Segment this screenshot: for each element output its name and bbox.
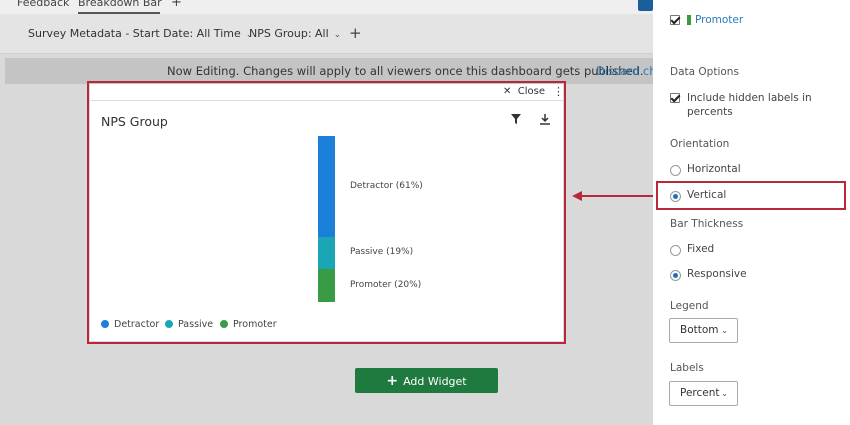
legend-dropdown[interactable]: Bottom ⌄ (669, 318, 738, 343)
thickness-responsive-label[interactable]: Responsive (687, 268, 747, 280)
filter-start-date-label: Survey Metadata - Start Date: All Time (28, 27, 241, 40)
close-button-label: Close (517, 86, 545, 97)
include-hidden-labels-label-line1: Include hidden labels in (687, 92, 812, 104)
arrow-line (582, 195, 656, 197)
promoter-color-swatch (687, 15, 691, 25)
legend-item-promoter: Promoter (220, 319, 277, 330)
legend-label-detractor: Detractor (114, 319, 160, 330)
include-hidden-labels-label-line2: percents (687, 106, 733, 118)
legend-item-passive: Passive (165, 319, 213, 330)
arrow-head (572, 191, 582, 201)
tab-feedback[interactable]: Feedback (17, 0, 69, 9)
labels-dropdown-value: Percent (680, 387, 720, 399)
add-filter-icon[interactable]: + (349, 24, 362, 42)
legend-label-promoter: Promoter (233, 319, 277, 330)
labels-heading: Labels (670, 362, 704, 374)
thickness-fixed-radio[interactable] (670, 245, 681, 256)
thickness-responsive-radio[interactable] (670, 270, 681, 281)
vertical-option-highlight-outline (656, 181, 846, 210)
filter-start-date[interactable]: Survey Metadata - Start Date: All Time ⌄ (28, 27, 253, 40)
editing-notice-text: Now Editing. Changes will apply to all v… (167, 64, 644, 78)
more-options-icon[interactable]: ⋮ (553, 85, 564, 98)
widget-title: NPS Group (101, 114, 168, 129)
plus-icon: + (386, 372, 399, 389)
widget-toolbar: ✕ Close ⋮ (90, 84, 564, 101)
filter-icon[interactable] (511, 114, 521, 124)
orientation-heading: Orientation (670, 138, 730, 150)
thickness-fixed-label[interactable]: Fixed (687, 243, 714, 255)
legend-heading: Legend (670, 300, 709, 312)
promoter-series-label[interactable]: Promoter (695, 14, 743, 26)
top-badge (638, 0, 653, 11)
add-widget-button[interactable]: + Add Widget (355, 368, 498, 393)
bar-segment-promoter[interactable] (318, 269, 335, 302)
bar-segment-passive[interactable] (318, 237, 335, 269)
bar-label-passive: Passive (19%) (350, 247, 414, 257)
orientation-horizontal-radio[interactable] (670, 165, 681, 176)
add-tab-icon[interactable]: + (171, 0, 182, 10)
dashboard-tab-bar: Feedback Breakdown Bar + (0, 0, 653, 14)
legend-dropdown-value: Bottom (680, 324, 719, 336)
promoter-checkbox[interactable] (670, 15, 680, 25)
chevron-down-icon: ⌄ (721, 389, 728, 398)
bar-label-promoter: Promoter (20%) (350, 279, 422, 290)
bar-thickness-heading: Bar Thickness (670, 218, 744, 230)
legend-swatch-detractor (101, 320, 109, 328)
legend-item-detractor: Detractor (101, 319, 159, 330)
widget-settings-panel: Promoter Data Options Include hidden lab… (653, 0, 850, 425)
legend-label-passive: Passive (178, 319, 214, 330)
close-button[interactable]: ✕ Close (503, 86, 545, 97)
filter-nps-group-label: NPS Group: All (249, 27, 329, 40)
bar-label-detractor: Detractor (61%) (350, 180, 423, 191)
legend-swatch-promoter (220, 320, 228, 328)
include-hidden-labels-checkbox[interactable] (670, 93, 680, 103)
download-icon[interactable] (540, 114, 550, 125)
filter-bar: Survey Metadata - Start Date: All Time ⌄ … (0, 14, 653, 54)
chevron-down-icon: ⌄ (333, 30, 342, 40)
legend-swatch-passive (165, 320, 173, 328)
filter-nps-group[interactable]: NPS Group: All ⌄ (249, 27, 341, 40)
chevron-down-icon: ⌄ (721, 326, 728, 335)
labels-dropdown[interactable]: Percent ⌄ (669, 381, 738, 406)
nps-group-widget: ✕ Close ⋮ NPS Group Detractor (61%) Passi… (90, 84, 564, 341)
add-widget-label: Add Widget (403, 374, 467, 388)
tab-breakdown-bar[interactable]: Breakdown Bar (78, 0, 162, 9)
orientation-horizontal-label[interactable]: Horizontal (687, 163, 741, 175)
data-options-heading: Data Options (670, 66, 739, 78)
bar-segment-detractor[interactable] (318, 136, 335, 237)
